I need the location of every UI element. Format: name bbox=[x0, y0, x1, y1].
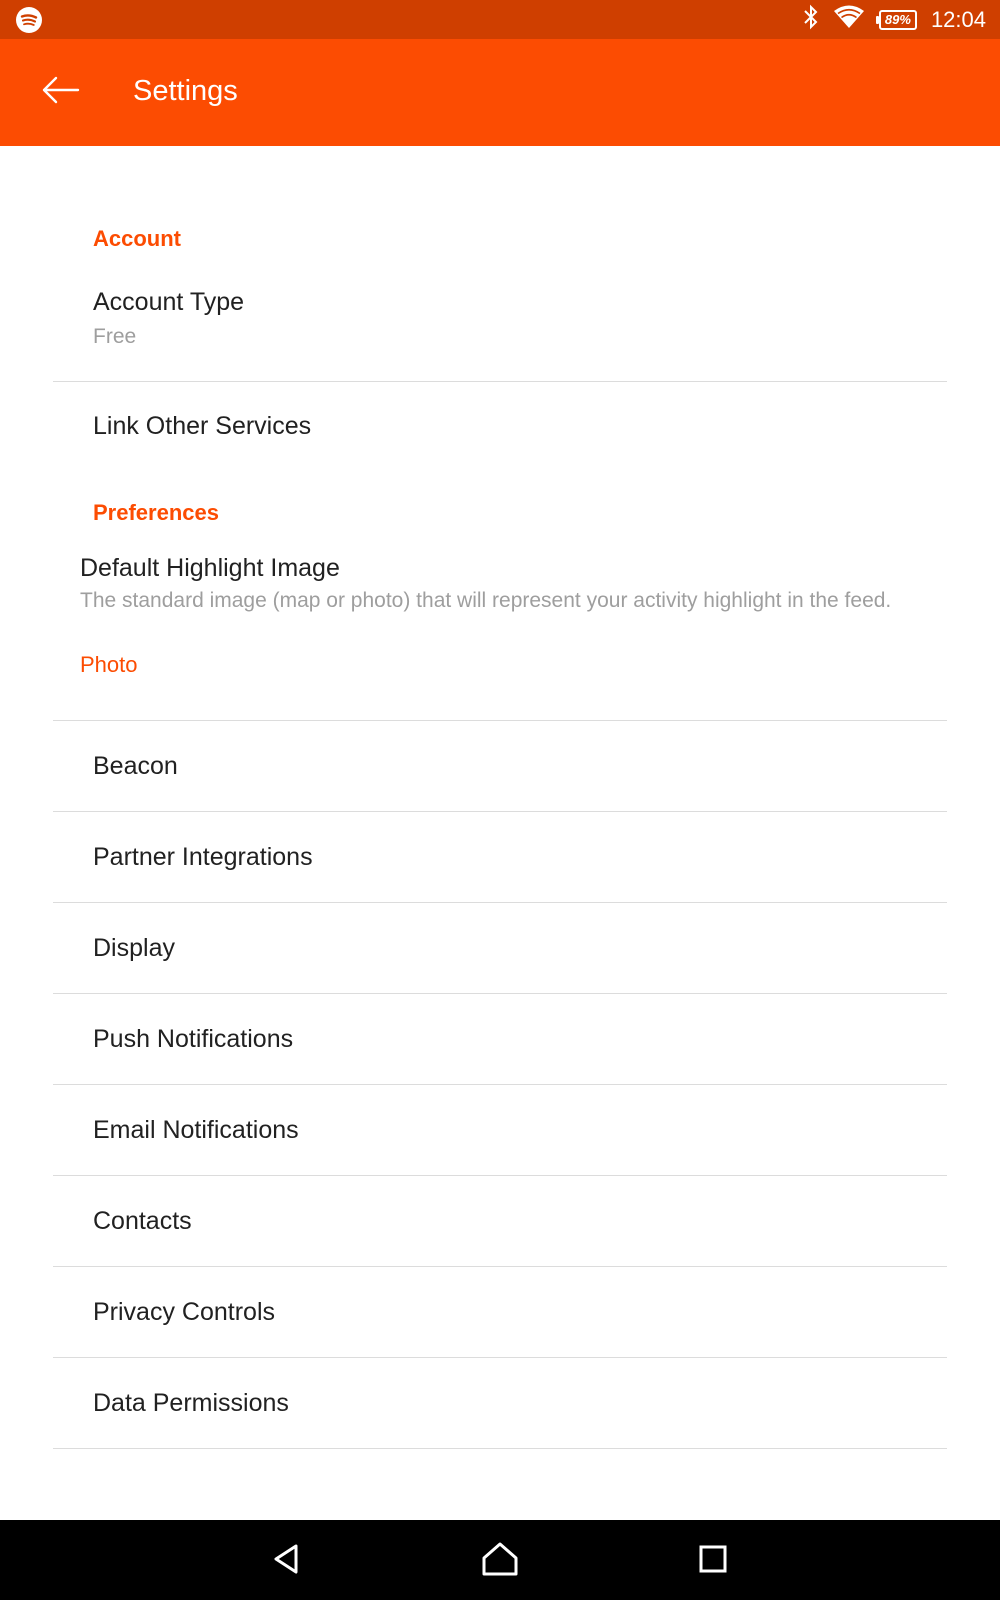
settings-item-label: Contacts bbox=[93, 1207, 192, 1235]
default-highlight-image-item[interactable]: Default Highlight Image The standard ima… bbox=[53, 536, 947, 721]
link-other-services-item[interactable]: Link Other Services bbox=[53, 382, 947, 472]
status-time: 12:04 bbox=[930, 6, 986, 32]
arrow-left-icon bbox=[40, 75, 80, 110]
back-button[interactable] bbox=[30, 67, 90, 117]
account-type-item[interactable]: Account Type Free bbox=[53, 264, 947, 382]
settings-item-beacon[interactable]: Beacon bbox=[53, 721, 947, 812]
settings-item-label: Data Permissions bbox=[93, 1389, 289, 1417]
navigation-bar bbox=[0, 1520, 1000, 1600]
bluetooth-icon bbox=[803, 4, 819, 35]
settings-item-label: Beacon bbox=[93, 752, 178, 780]
account-type-value: Free bbox=[93, 325, 137, 348]
home-icon bbox=[481, 1541, 519, 1582]
link-other-services-label: Link Other Services bbox=[93, 412, 312, 440]
nav-back-button[interactable] bbox=[264, 1538, 310, 1584]
settings-item-label: Email Notifications bbox=[93, 1116, 299, 1144]
section-header-preferences: Preferences bbox=[93, 500, 219, 525]
settings-item-label: Push Notifications bbox=[93, 1025, 294, 1053]
settings-item-contacts[interactable]: Contacts bbox=[53, 1176, 947, 1267]
settings-item-label: Privacy Controls bbox=[93, 1298, 275, 1326]
settings-item-label: Display bbox=[93, 934, 175, 962]
settings-item-email-notifications[interactable]: Email Notifications bbox=[53, 1085, 947, 1176]
section-header-account: Account bbox=[93, 226, 181, 251]
spotify-icon bbox=[16, 7, 42, 38]
settings-item-display[interactable]: Display bbox=[53, 903, 947, 994]
wifi-icon bbox=[833, 4, 865, 35]
triangle-back-icon bbox=[270, 1542, 304, 1581]
nav-home-button[interactable] bbox=[477, 1538, 523, 1584]
square-recents-icon bbox=[698, 1544, 728, 1579]
settings-item-label: Partner Integrations bbox=[93, 843, 313, 871]
app-bar: Settings bbox=[0, 39, 1000, 146]
settings-list: Account Account Type Free Link Other Ser… bbox=[0, 146, 1000, 1520]
settings-item-privacy-controls[interactable]: Privacy Controls bbox=[53, 1267, 947, 1358]
page-title: Settings bbox=[133, 75, 238, 107]
settings-item-data-permissions[interactable]: Data Permissions bbox=[53, 1358, 947, 1449]
default-highlight-image-label: Default Highlight Image bbox=[80, 554, 340, 582]
default-highlight-image-description: The standard image (map or photo) that w… bbox=[80, 589, 892, 612]
status-bar: 89% 12:04 bbox=[0, 0, 1000, 39]
settings-item-partner-integrations[interactable]: Partner Integrations bbox=[53, 812, 947, 903]
nav-recents-button[interactable] bbox=[690, 1538, 736, 1584]
default-highlight-image-value: Photo bbox=[80, 652, 138, 677]
battery-indicator: 89% bbox=[875, 9, 917, 30]
settings-item-push-notifications[interactable]: Push Notifications bbox=[53, 994, 947, 1085]
account-type-label: Account Type bbox=[93, 288, 245, 316]
